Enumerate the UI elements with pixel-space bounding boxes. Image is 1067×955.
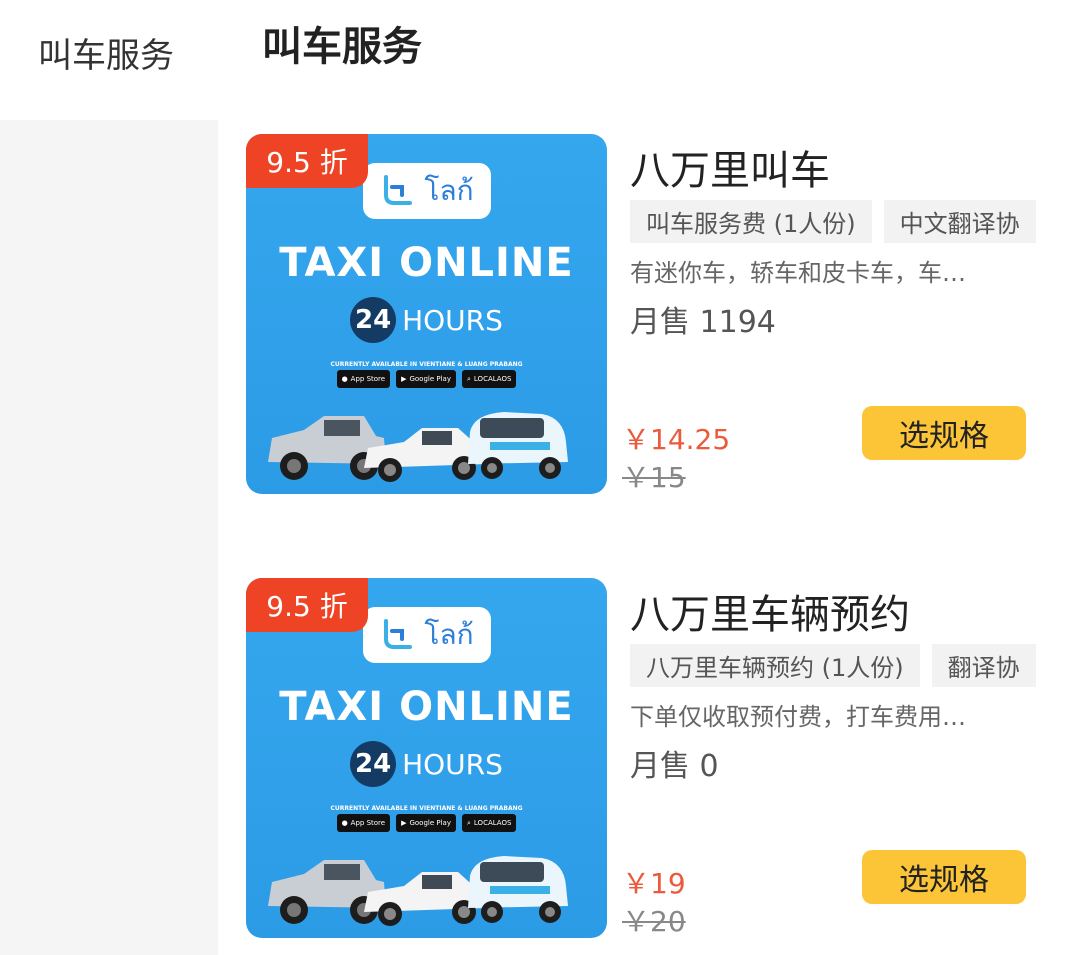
localaos-badge: ⌕ LOCALAOS (461, 370, 517, 388)
localaos-badge: ⌕ LOCALAOS (461, 814, 517, 832)
category-sidebar (0, 120, 218, 955)
discount-badge: 9.5 折 (246, 578, 368, 632)
tag-item: 八万里车辆预约 (1人份) (630, 644, 920, 687)
image-headline: TAXI ONLINE (279, 684, 574, 730)
product-card[interactable]: โลก้ TAXI ONLINE 24 HOURS CURRENTLY AVAI… (246, 134, 1067, 496)
section-title: 叫车服务 (262, 24, 422, 70)
route-icon (384, 619, 413, 649)
original-price: ￥20 (622, 905, 686, 938)
availability-text: CURRENTLY AVAILABLE IN VIENTIANE & LUANG… (330, 805, 523, 812)
brand-logo: โลก้ (363, 607, 491, 663)
product-title[interactable]: 八万里叫车 (630, 138, 830, 196)
product-description: 有迷你车，轿车和皮卡车，车… (630, 259, 966, 287)
tag-item: 叫车服务费 (1人份) (630, 200, 872, 243)
hours-label: HOURS (402, 747, 503, 781)
hours-number: 24 (350, 297, 397, 343)
brand-name: โลก้ (424, 618, 474, 651)
monthly-sales: 月售 0 (630, 749, 719, 784)
product-image[interactable]: โลก้ TAXI ONLINE 24 HOURS CURRENTLY AVAI… (246, 578, 607, 938)
google-play-badge: ▶ Google Play (396, 370, 456, 388)
product-description: 下单仅收取预付费，打车费用… (630, 703, 966, 731)
current-price: ￥19 (622, 867, 686, 900)
hours-number: 24 (350, 741, 397, 787)
hours-row: 24 HOURS (246, 297, 607, 343)
cars-illustration (268, 412, 568, 482)
sidebar-item-taxi-service[interactable]: 叫车服务 (38, 28, 174, 77)
product-tags: 八万里车辆预约 (1人份) 翻译协 (630, 644, 1036, 687)
brand-logo: โลก้ (363, 163, 491, 219)
product-card[interactable]: โลก้ TAXI ONLINE 24 HOURS CURRENTLY AVAI… (246, 578, 1067, 940)
product-tags: 叫车服务费 (1人份) 中文翻译协 (630, 200, 1036, 243)
discount-badge: 9.5 折 (246, 134, 368, 188)
original-price: ￥15 (622, 461, 686, 494)
monthly-sales: 月售 1194 (630, 305, 776, 340)
search-icon: ⌕ (466, 818, 471, 827)
route-icon (384, 175, 413, 205)
search-icon: ⌕ (466, 374, 471, 383)
product-title[interactable]: 八万里车辆预约 (630, 582, 910, 640)
tag-item: 中文翻译协 (883, 200, 1036, 243)
brand-name: โลก้ (424, 174, 474, 207)
image-headline: TAXI ONLINE (279, 240, 574, 286)
app-store-badge: ● App Store (336, 370, 391, 388)
play-icon: ▶ (401, 375, 407, 383)
google-play-badge: ▶ Google Play (396, 814, 456, 832)
availability-text: CURRENTLY AVAILABLE IN VIENTIANE & LUANG… (330, 361, 523, 368)
hours-label: HOURS (402, 303, 503, 337)
select-spec-button[interactable]: 选规格 (862, 850, 1026, 904)
tag-item: 翻译协 (931, 644, 1036, 687)
current-price: ￥14.25 (622, 423, 731, 456)
play-icon: ▶ (401, 819, 407, 827)
apple-icon: ● (341, 375, 348, 383)
app-store-badge: ● App Store (336, 814, 391, 832)
apple-icon: ● (341, 819, 348, 827)
store-badges: ● App Store ▶ Google Play ⌕ LOCALAOS (246, 370, 607, 388)
store-badges: ● App Store ▶ Google Play ⌕ LOCALAOS (246, 814, 607, 832)
select-spec-button[interactable]: 选规格 (862, 406, 1026, 460)
product-image[interactable]: โลก้ TAXI ONLINE 24 HOURS CURRENTLY AVAI… (246, 134, 607, 494)
cars-illustration (268, 856, 568, 926)
hours-row: 24 HOURS (246, 741, 607, 787)
